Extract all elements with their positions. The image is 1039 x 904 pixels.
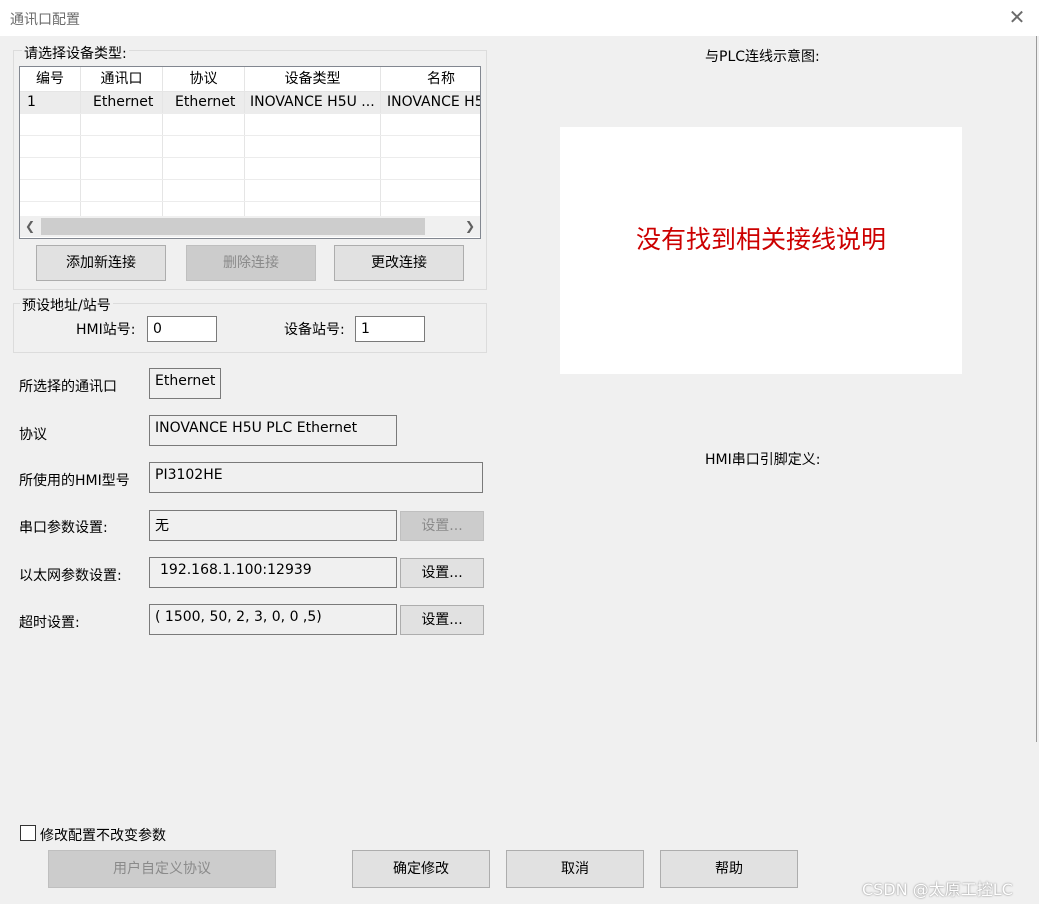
port-value: Ethernet	[149, 368, 221, 399]
table-row-empty	[20, 158, 480, 180]
table-row[interactable]: 1 Ethernet Ethernet INOVANCE H5U ... INO…	[20, 92, 480, 114]
hmi-pin-definition-label: HMI串口引脚定义:	[705, 452, 821, 468]
ethernet-params-label: 以太网参数设置:	[19, 568, 122, 584]
confirm-button[interactable]: 确定修改	[352, 850, 490, 888]
device-station-label: 设备站号:	[284, 322, 345, 338]
keep-params-checkbox[interactable]	[20, 825, 36, 841]
protocol-label: 协议	[19, 427, 47, 443]
column-header-protocol[interactable]: 协议	[163, 67, 245, 91]
preset-group-label: 预设地址/站号	[20, 295, 113, 315]
port-label: 所选择的通讯口	[19, 379, 117, 395]
table-header: 编号 通讯口 协议 设备类型 名称	[20, 67, 480, 92]
horizontal-scrollbar[interactable]: ❮ ❯	[20, 216, 480, 237]
table-cell: Ethernet	[163, 92, 245, 113]
timeout-settings-button[interactable]: 设置...	[400, 605, 484, 635]
watermark: CSDN @太原工控LC	[862, 880, 1013, 899]
protocol-value: INOVANCE H5U PLC Ethernet	[149, 415, 397, 446]
chevron-right-icon[interactable]: ❯	[460, 216, 480, 237]
hmi-station-input[interactable]: 0	[147, 316, 217, 342]
hmi-model-label: 所使用的HMI型号	[19, 473, 130, 489]
ethernet-settings-button[interactable]: 设置...	[400, 558, 484, 588]
ethernet-params-value: 192.168.1.100:12939	[149, 557, 397, 588]
change-connection-button[interactable]: 更改连接	[334, 245, 464, 281]
title-bar	[0, 0, 1039, 36]
timeout-label: 超时设置:	[19, 615, 80, 631]
chevron-left-icon[interactable]: ❮	[20, 216, 40, 237]
column-header-port[interactable]: 通讯口	[81, 67, 163, 91]
table-row-empty	[20, 136, 480, 158]
scrollbar-thumb[interactable]	[41, 218, 425, 235]
serial-params-label: 串口参数设置:	[19, 520, 108, 536]
device-type-group-label: 请选择设备类型:	[22, 43, 129, 63]
no-wiring-message: 没有找到相关接线说明	[635, 225, 886, 254]
table-cell: INOVANCE H5U ...	[245, 92, 381, 113]
window-title: 通讯口配置	[10, 12, 80, 28]
cancel-button[interactable]: 取消	[506, 850, 644, 888]
table-cell: INOVANCE H5	[387, 94, 481, 110]
table-row-empty	[20, 180, 480, 202]
plc-wiring-diagram-label: 与PLC连线示意图:	[705, 49, 820, 65]
hmi-station-label: HMI站号:	[76, 322, 136, 338]
close-icon[interactable]: ✕	[1006, 6, 1028, 28]
table-row-empty	[20, 114, 480, 136]
device-table[interactable]: 编号 通讯口 协议 设备类型 名称 1 Ethernet Ethernet IN…	[19, 66, 481, 239]
custom-protocol-button[interactable]: 用户自定义协议	[48, 850, 276, 888]
timeout-value: ( 1500, 50, 2, 3, 0, 0 ,5)	[149, 604, 397, 635]
delete-connection-button[interactable]: 删除连接	[186, 245, 316, 281]
column-header-number[interactable]: 编号	[20, 67, 81, 91]
help-button[interactable]: 帮助	[660, 850, 798, 888]
column-header-device-type[interactable]: 设备类型	[245, 67, 381, 91]
table-cell: 1	[20, 92, 81, 113]
serial-params-value: 无	[149, 510, 397, 541]
keep-params-label: 修改配置不改变参数	[40, 828, 166, 844]
window-border	[1036, 36, 1037, 742]
column-header-name[interactable]: 名称	[381, 67, 480, 91]
hmi-model-value: PI3102HE	[149, 462, 483, 493]
table-cell: Ethernet	[81, 92, 163, 113]
wiring-diagram-area: 没有找到相关接线说明	[560, 127, 962, 374]
serial-settings-button[interactable]: 设置...	[400, 511, 484, 541]
add-connection-button[interactable]: 添加新连接	[36, 245, 166, 281]
device-station-input[interactable]: 1	[355, 316, 425, 342]
